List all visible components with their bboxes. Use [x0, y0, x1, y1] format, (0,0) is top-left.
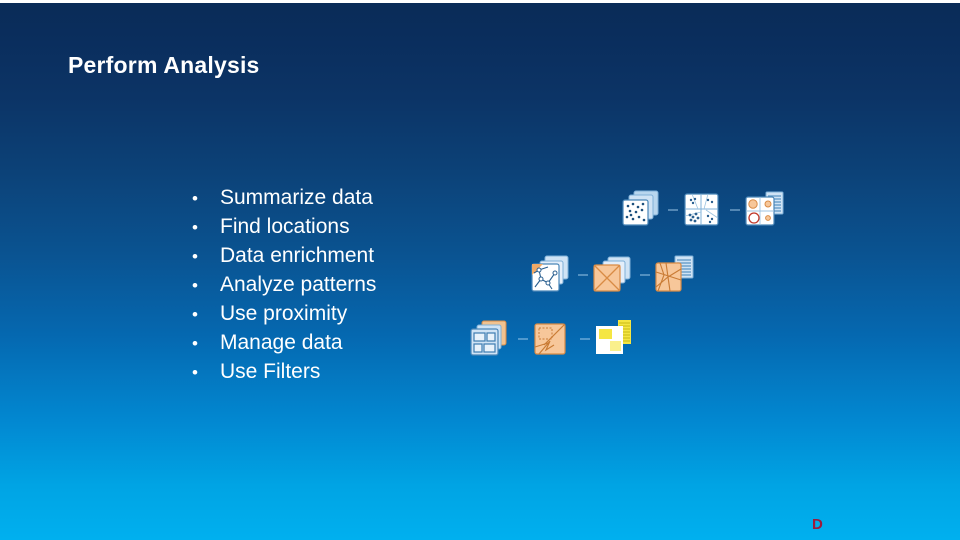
bullet-marker-icon: • — [192, 363, 198, 382]
road-network-map-with-table-icon — [652, 253, 698, 297]
list-item: • Analyze patterns — [192, 270, 522, 299]
icon-connector — [518, 338, 528, 340]
icon-row-analysis-bottom — [468, 317, 642, 361]
bullet-marker-icon: • — [192, 334, 198, 353]
list-item: • Use Filters — [192, 357, 522, 386]
list-item-label: Manage data — [220, 331, 343, 354]
list-item: • Summarize data — [192, 183, 522, 212]
filter-blocks-list-icon — [592, 317, 638, 361]
page-title: Perform Analysis — [68, 52, 260, 78]
clustered-points-quadrant-map-icon — [680, 188, 726, 232]
bullet-marker-icon: • — [192, 305, 198, 324]
list-item-label: Find locations — [220, 215, 350, 238]
icon-row-analysis-top — [618, 188, 792, 232]
presentation-slide: Perform Analysis • Summarize data • Find… — [0, 0, 960, 540]
list-item-label: Summarize data — [220, 186, 373, 209]
icon-connector — [580, 338, 590, 340]
icon-connector — [730, 209, 740, 211]
list-item-label: Data enrichment — [220, 244, 375, 267]
bullet-marker-icon: • — [192, 276, 198, 295]
icon-connector — [668, 209, 678, 211]
network-trace-map-layers-icon — [528, 253, 574, 297]
icon-row-analysis-middle — [528, 253, 702, 297]
list-item-label: Analyze patterns — [220, 273, 377, 296]
scattered-points-layers-icon — [618, 188, 664, 232]
proximity-direction-map-icon — [530, 317, 576, 361]
list-item: • Find locations — [192, 212, 522, 241]
symbolized-map-with-table-icon — [742, 188, 788, 232]
parcel-blocks-layers-icon — [468, 317, 514, 361]
icon-connector — [578, 274, 588, 276]
icon-connector — [640, 274, 650, 276]
bullet-marker-icon: • — [192, 218, 198, 237]
list-item: • Data enrichment — [192, 241, 522, 270]
slide-top-edge — [0, 0, 960, 3]
list-item-label: Use Filters — [220, 360, 321, 383]
intersect-overlay-layers-icon — [590, 253, 636, 297]
list-item-label: Use proximity — [220, 302, 348, 325]
bullet-marker-icon: • — [192, 247, 198, 266]
corner-mark: D — [812, 516, 823, 533]
bullet-marker-icon: • — [192, 189, 198, 208]
